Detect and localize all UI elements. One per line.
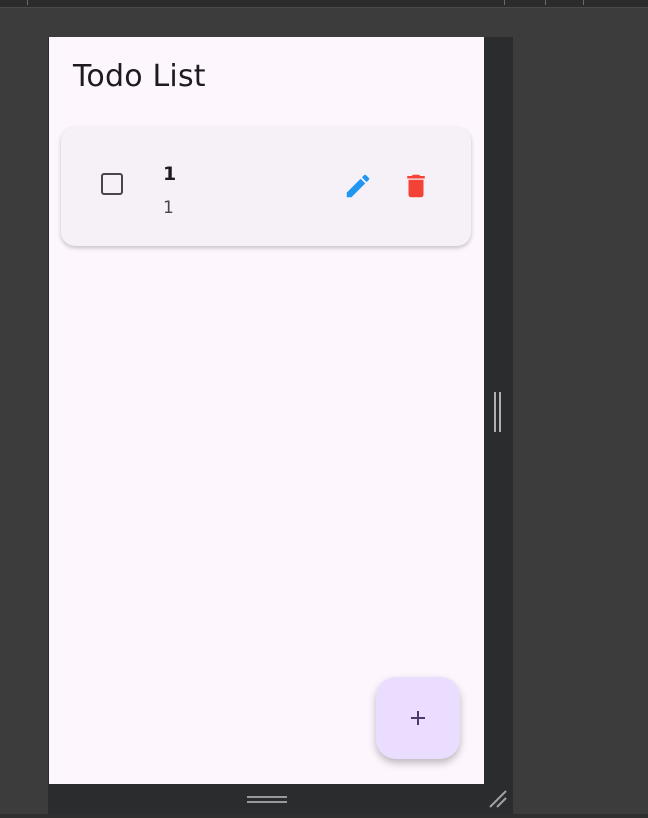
todo-description: 1	[163, 198, 174, 218]
handle-bar	[247, 801, 287, 803]
app-screen: Todo List 1 1	[49, 37, 484, 784]
todo-item-card[interactable]: 1 1	[61, 127, 471, 246]
plus-icon	[411, 711, 425, 725]
ruler-tick	[504, 0, 505, 5]
handle-bar	[247, 796, 287, 798]
ruler-tick	[545, 0, 546, 5]
ruler-tick	[583, 0, 584, 5]
todo-checkbox[interactable]	[101, 173, 123, 195]
app-title: Todo List	[73, 59, 206, 94]
todo-title: 1	[163, 163, 177, 185]
side-resize-handle[interactable]	[493, 392, 503, 432]
handle-bar	[499, 392, 501, 432]
corner-resize-icon[interactable]	[486, 788, 510, 810]
handle-bar	[494, 392, 496, 432]
ruler-tick	[27, 0, 28, 5]
ide-top-ruler	[0, 0, 648, 8]
pencil-icon[interactable]	[343, 171, 373, 201]
trash-icon[interactable]	[401, 171, 431, 201]
bottom-edge	[0, 814, 648, 818]
bottom-drag-handle[interactable]	[247, 794, 287, 804]
add-todo-button[interactable]	[376, 677, 460, 759]
